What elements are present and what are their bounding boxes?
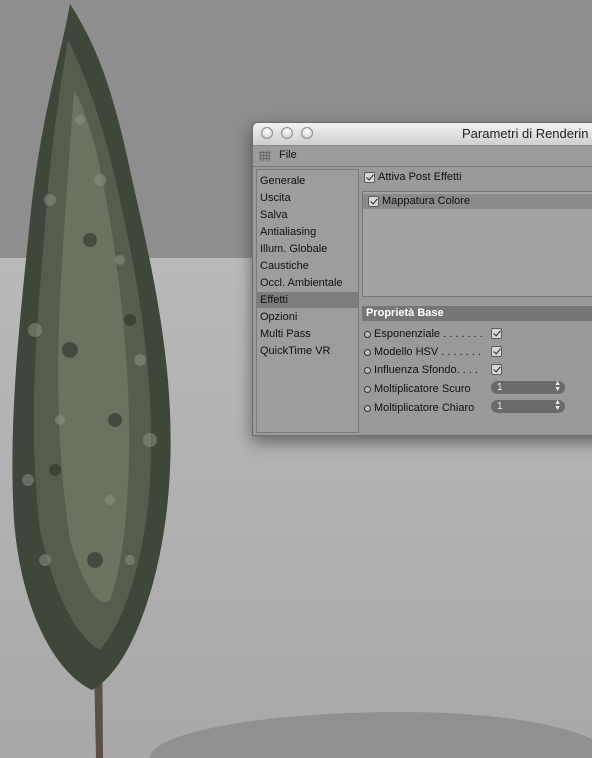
post-effects-toggle[interactable]: Attiva Post Effetti xyxy=(364,171,462,183)
sidebar-item-effetti[interactable]: Effetti xyxy=(257,292,358,308)
prop-row-modello-hsv: Modello HSV . . . . . . . xyxy=(364,344,481,360)
prop-row-influenza-sfondo: Influenza Sfondo. . . . xyxy=(364,362,478,378)
menu-grip-icon[interactable] xyxy=(259,151,270,161)
minimize-window-icon[interactable] xyxy=(281,127,293,139)
zoom-window-icon[interactable] xyxy=(301,127,313,139)
sidebar-item-occl-ambientale[interactable]: Occl. Ambientale xyxy=(257,275,358,291)
title-bar[interactable]: Parametri di Renderin xyxy=(253,123,592,146)
stepper-arrows-icon[interactable]: ▲ ▼ xyxy=(554,399,561,412)
moltiplicatore-chiaro-label: Moltiplicatore Chiaro xyxy=(374,402,475,414)
sidebar-item-opzioni[interactable]: Opzioni xyxy=(257,309,358,325)
effects-list: Mappatura Colore xyxy=(362,191,592,297)
animation-dot-icon[interactable] xyxy=(364,330,371,338)
menu-file[interactable]: File xyxy=(279,149,297,161)
prop-row-moltiplicatore-chiaro: Moltiplicatore Chiaro xyxy=(364,400,474,416)
post-effects-checkbox[interactable] xyxy=(364,171,375,183)
modello-hsv-checkbox[interactable] xyxy=(491,346,502,357)
section-header-proprieta-base[interactable]: Proprietà Base xyxy=(362,306,592,321)
window-title: Parametri di Renderin xyxy=(462,126,589,141)
modello-hsv-label: Modello HSV . . . . . . . xyxy=(374,346,481,358)
post-effects-label: Attiva Post Effetti xyxy=(378,171,462,183)
influenza-sfondo-label: Influenza Sfondo. . . . xyxy=(374,364,478,376)
animation-dot-icon[interactable] xyxy=(364,366,371,374)
prop-row-esponenziale: Esponenziale . . . . . . . xyxy=(364,326,483,342)
animation-dot-icon[interactable] xyxy=(364,385,371,393)
esponenziale-label: Esponenziale . . . . . . . xyxy=(374,328,483,340)
prop-row-moltiplicatore-scuro: Moltiplicatore Scuro xyxy=(364,381,471,397)
moltiplicatore-chiaro-value: 1 xyxy=(497,401,503,412)
sidebar-item-uscita[interactable]: Uscita xyxy=(257,190,358,206)
esponenziale-checkbox[interactable] xyxy=(491,328,502,339)
sidebar-item-multi-pass[interactable]: Multi Pass xyxy=(257,326,358,342)
animation-dot-icon[interactable] xyxy=(364,404,371,412)
sidebar-item-antialiasing[interactable]: Antialiasing xyxy=(257,224,358,240)
sidebar-item-caustiche[interactable]: Caustiche xyxy=(257,258,358,274)
settings-sidebar: Generale Uscita Salva Antialiasing Illum… xyxy=(256,169,359,433)
sidebar-item-quicktime-vr[interactable]: QuickTime VR xyxy=(257,343,358,359)
moltiplicatore-chiaro-stepper[interactable]: 1 ▲ ▼ xyxy=(491,399,565,413)
sidebar-item-illum-globale[interactable]: Illum. Globale xyxy=(257,241,358,257)
mappatura-colore-label: Mappatura Colore xyxy=(382,195,471,207)
poplar-tree-image xyxy=(12,4,171,758)
close-window-icon[interactable] xyxy=(261,127,273,139)
sidebar-item-generale[interactable]: Generale xyxy=(257,173,358,189)
animation-dot-icon[interactable] xyxy=(364,348,371,356)
list-item-mappatura-colore[interactable]: Mappatura Colore xyxy=(363,194,592,209)
moltiplicatore-scuro-label: Moltiplicatore Scuro xyxy=(374,383,471,395)
menu-bar: File xyxy=(253,146,592,167)
moltiplicatore-scuro-stepper[interactable]: 1 ▲ ▼ xyxy=(491,380,565,394)
render-settings-window: Parametri di Renderin File Generale Usci… xyxy=(252,122,592,436)
influenza-sfondo-checkbox[interactable] xyxy=(491,364,502,375)
sidebar-item-salva[interactable]: Salva xyxy=(257,207,358,223)
mappatura-colore-checkbox[interactable] xyxy=(368,195,379,207)
moltiplicatore-scuro-value: 1 xyxy=(497,382,503,393)
stepper-arrows-icon[interactable]: ▲ ▼ xyxy=(554,380,561,393)
